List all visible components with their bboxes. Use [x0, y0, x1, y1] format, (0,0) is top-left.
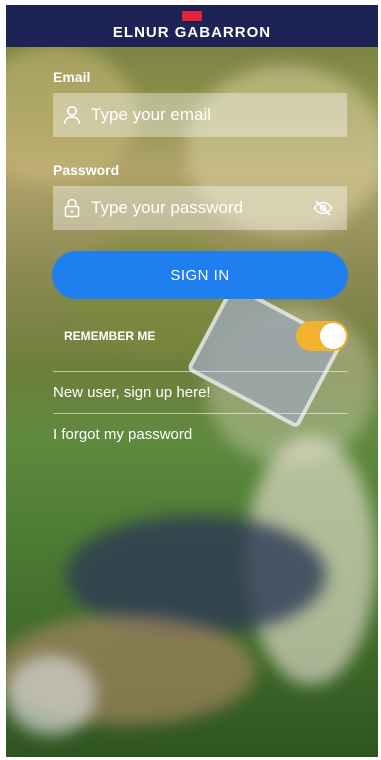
remember-me-label: REMEMBER ME [64, 329, 156, 343]
email-field-container [53, 93, 347, 137]
brand-logo-text: ELNUR GABARRON [112, 24, 272, 41]
user-icon [63, 105, 81, 125]
remember-me-toggle[interactable] [296, 321, 348, 351]
sign-in-button[interactable]: SIGN IN [52, 251, 348, 299]
email-label: Email [53, 69, 91, 85]
lock-icon [63, 198, 81, 218]
password-label: Password [53, 162, 120, 178]
sign-up-link[interactable]: New user, sign up here! [53, 384, 211, 401]
divider [53, 371, 348, 372]
toggle-knob [320, 323, 346, 349]
password-field-container [53, 186, 347, 230]
divider [53, 413, 348, 414]
email-input[interactable] [89, 104, 313, 126]
password-input[interactable] [89, 197, 313, 219]
eye-off-icon[interactable] [313, 198, 333, 218]
forgot-password-link[interactable]: I forgot my password [53, 426, 192, 443]
login-screen: ELNUR GABARRON Email Password SIGN IN RE… [6, 5, 378, 757]
brand-logo-mark [182, 11, 202, 21]
app-header: ELNUR GABARRON [6, 5, 378, 47]
